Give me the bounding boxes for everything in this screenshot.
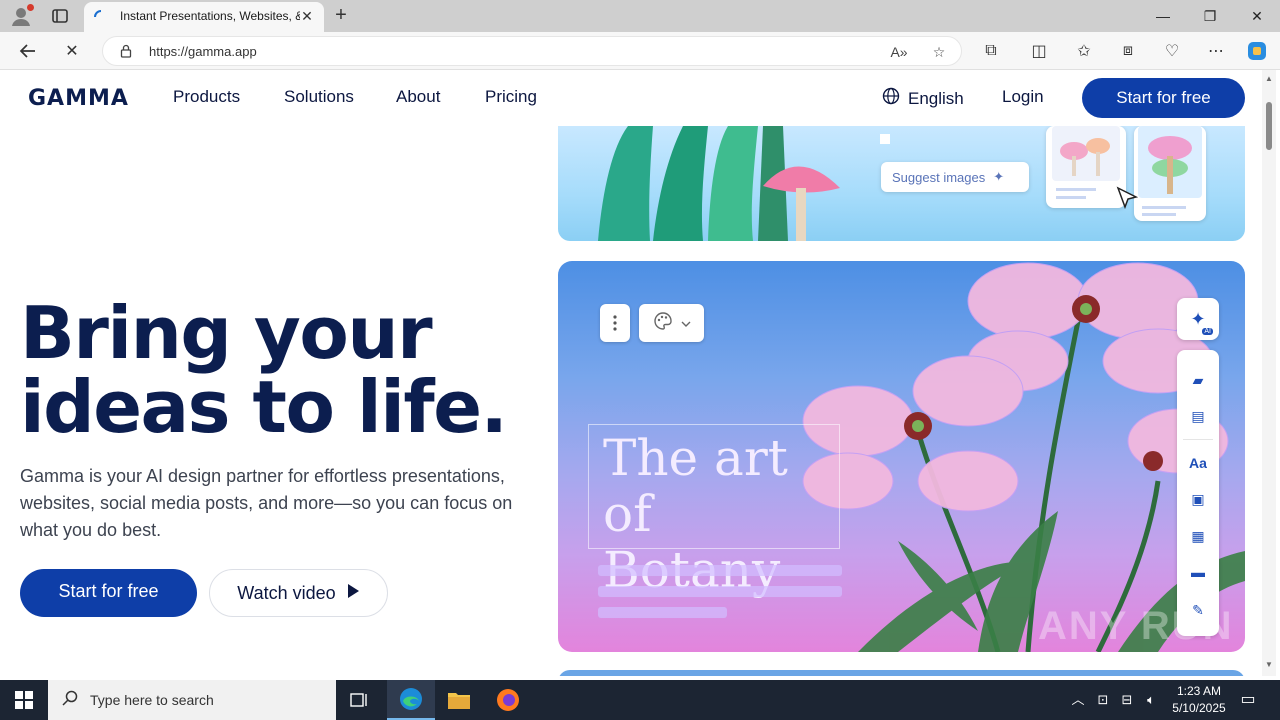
address-bar[interactable]: https://gamma.app A» ☆ <box>102 36 962 66</box>
botany-heading-line-1: The art <box>603 429 788 487</box>
scroll-down-icon[interactable]: ▼ <box>1264 660 1274 670</box>
add-card-icon[interactable]: ▰ <box>1188 370 1208 390</box>
taskbar-search-placeholder: Type here to search <box>90 692 214 708</box>
side-toolbar: ▰ ▤ Aa ▣ ▦ ▬ ✎ <box>1177 350 1219 636</box>
web-page: GAMMA Products Solutions About Pricing E… <box>4 70 1262 676</box>
ai-badge: AI <box>1202 328 1213 335</box>
botany-heading-line-2: of Botany <box>603 485 781 599</box>
windows-taskbar: Type here to search ︿ ⊡ ⊟ 🔈︎ 1:23 AM 5/1… <box>0 680 1280 720</box>
start-for-free-button[interactable]: Start for free <box>20 569 197 617</box>
hero-title-line-2: ideas to life. <box>20 365 508 449</box>
heading-text-box[interactable]: The art of Botany <box>588 424 840 598</box>
network-icon[interactable]: ⊟ <box>1117 690 1137 710</box>
image-icon[interactable]: ▣ <box>1188 489 1208 509</box>
new-tab-icon[interactable]: + <box>330 5 352 27</box>
tab-actions-icon[interactable] <box>50 6 70 26</box>
close-tab-icon[interactable]: ✕ <box>300 9 314 23</box>
ai-sparkle-icon: ✦ <box>1190 308 1206 329</box>
show-hidden-icons-icon[interactable]: ︿ <box>1068 690 1088 710</box>
image-thumbnail-1[interactable] <box>1046 126 1126 208</box>
firefox-icon[interactable] <box>484 680 532 720</box>
restore-icon[interactable]: ❐ <box>1187 0 1233 32</box>
url-text[interactable]: https://gamma.app <box>149 44 257 59</box>
browser-tab-active[interactable]: Instant Presentations, Websites, & ... ✕ <box>84 2 324 32</box>
clock-time: 1:23 AM <box>1176 684 1222 698</box>
placeholder-text-line <box>598 607 727 618</box>
task-view-icon[interactable] <box>336 680 384 720</box>
favorites-icon[interactable]: ✩ <box>1073 40 1095 62</box>
watch-video-label: Watch video <box>237 582 336 603</box>
read-aloud-icon[interactable]: A» <box>889 42 909 62</box>
embed-icon[interactable]: ▬ <box>1188 562 1208 582</box>
next-preview-card <box>558 670 1245 676</box>
watch-video-button[interactable]: Watch video <box>209 569 388 617</box>
profile-icon[interactable] <box>10 4 34 27</box>
browser-essentials-icon[interactable]: ♡ <box>1161 40 1183 62</box>
back-icon[interactable] <box>17 40 39 62</box>
language-selector[interactable]: English <box>882 87 964 110</box>
palette-icon <box>653 311 673 336</box>
lock-icon[interactable] <box>119 44 133 58</box>
notifications-icon[interactable]: ▭ <box>1238 690 1258 710</box>
nav-products[interactable]: Products <box>173 87 240 107</box>
scroll-up-icon[interactable]: ▲ <box>1264 74 1274 84</box>
start-for-free-header-button[interactable]: Start for free <box>1082 78 1245 118</box>
tab-title: Instant Presentations, Websites, & ... <box>120 9 300 23</box>
collections-icon[interactable]: ⧈ <box>1117 40 1139 62</box>
toolbar-divider <box>1183 439 1213 440</box>
suggest-images-label: Suggest images <box>892 169 986 185</box>
ai-sparkle-button[interactable]: ✦ AI <box>1177 298 1219 340</box>
suggest-images-button[interactable]: Suggest images ✦ <box>881 162 1029 192</box>
anyrun-watermark: ANY RUN <box>1038 604 1234 648</box>
nav-pricing[interactable]: Pricing <box>485 87 537 107</box>
browser-toolbar: ✕ https://gamma.app A» ☆ ⧉ ◫ ✩ ⧈ ♡ ⋯ <box>0 32 1280 70</box>
search-icon <box>62 690 78 711</box>
loading-spinner-icon <box>94 10 108 24</box>
split-screen-icon[interactable]: ◫ <box>1028 40 1050 62</box>
text-style-icon[interactable]: Aa <box>1188 453 1208 473</box>
globe-icon <box>882 87 900 110</box>
stop-loading-icon[interactable]: ✕ <box>61 40 83 62</box>
language-label: English <box>908 88 964 108</box>
extensions-icon[interactable]: ⧉ <box>980 40 1002 62</box>
gamma-logo[interactable]: GAMMA <box>28 86 129 111</box>
taskbar-clock[interactable]: 1:23 AM 5/10/2025 <box>1160 683 1238 717</box>
layout-icon[interactable]: ▤ <box>1188 406 1208 426</box>
nav-about[interactable]: About <box>396 87 440 107</box>
placeholder-text-line <box>598 565 842 576</box>
file-explorer-icon[interactable] <box>435 680 483 720</box>
placeholder-text-line <box>598 586 842 597</box>
sparkle-icon: ✦ <box>993 169 1005 184</box>
mouse-cursor-icon <box>1116 186 1139 210</box>
page-scrollbar[interactable]: ▲ ▼ <box>1262 70 1276 676</box>
browser-tab-strip: Instant Presentations, Websites, & ... ✕… <box>0 0 1280 32</box>
copilot-icon[interactable] <box>1246 40 1268 62</box>
clock-date: 5/10/2025 <box>1172 701 1226 715</box>
favorite-star-icon[interactable]: ☆ <box>929 42 949 62</box>
login-link[interactable]: Login <box>1002 87 1044 107</box>
volume-icon[interactable]: 🔈︎ <box>1141 690 1161 710</box>
windows-start-icon[interactable] <box>0 680 48 720</box>
edge-taskbar-icon[interactable] <box>387 680 435 720</box>
more-menu-icon[interactable]: ⋯ <box>1205 40 1227 62</box>
theme-palette-dropdown[interactable] <box>639 304 704 342</box>
mushroom-preview-card: Suggest images ✦ <box>558 126 1245 241</box>
scrollbar-thumb[interactable] <box>1266 102 1272 150</box>
hero-title: Bring your ideas to life. <box>20 291 508 449</box>
botany-preview-card: The art of Botany ✦ AI ▰ ▤ Aa ▣ ▦ ▬ ✎ <box>558 261 1245 652</box>
close-window-icon[interactable]: ✕ <box>1234 0 1280 32</box>
nav-solutions[interactable]: Solutions <box>284 87 354 107</box>
more-options-icon[interactable] <box>600 304 630 342</box>
image-thumbnail-2[interactable] <box>1134 126 1206 221</box>
chevron-down-icon <box>681 314 691 332</box>
device-icon[interactable]: ⊡ <box>1093 690 1113 710</box>
hero-title-line-1: Bring your <box>20 291 433 375</box>
hero-subtitle: Gamma is your AI design partner for effo… <box>20 466 513 540</box>
play-icon <box>346 583 360 604</box>
video-icon[interactable]: ▦ <box>1188 526 1208 546</box>
minimize-icon[interactable]: — <box>1140 0 1186 32</box>
taskbar-search-box[interactable]: Type here to search <box>48 680 336 720</box>
